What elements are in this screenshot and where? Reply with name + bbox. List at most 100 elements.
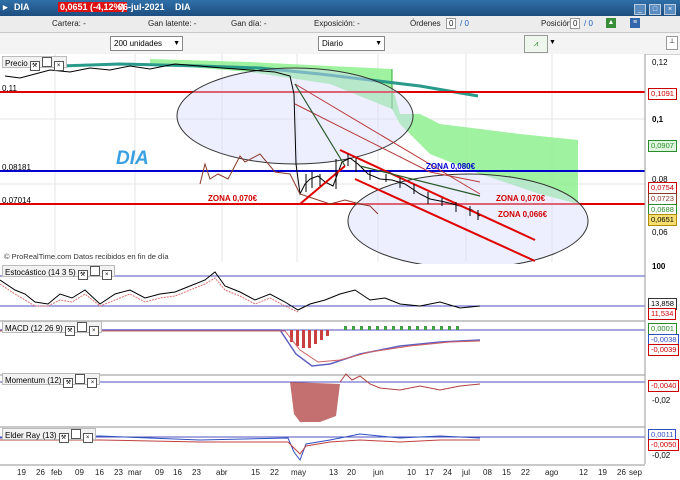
elder-tag-bear: -0,0050: [648, 439, 680, 451]
close-icon[interactable]: ×: [101, 270, 112, 280]
posicion-value[interactable]: 0: [570, 18, 581, 29]
axis-01: 0,1: [652, 115, 664, 124]
close-icon[interactable]: ×: [53, 61, 64, 71]
source-label: © ProRealTime.com Datos recibidos en fin…: [4, 252, 169, 261]
x-tick: 23: [192, 468, 201, 477]
close-icon[interactable]: ×: [664, 4, 676, 15]
period-select[interactable]: Diario ▼: [318, 36, 385, 51]
x-tick: 24: [443, 468, 452, 477]
ellipse-zone-bottom: [347, 173, 589, 269]
chart-type-dropdown-icon[interactable]: ▼: [549, 39, 556, 46]
symbol-label: DIA: [14, 2, 30, 12]
x-tick: 16: [173, 468, 182, 477]
zone-066-label: ZONA 0,066€: [498, 210, 548, 219]
gan-latente: Gan latente: -: [148, 19, 197, 28]
wrench-icon[interactable]: ⚒: [29, 61, 40, 71]
units-value: 200 unidades: [114, 39, 163, 48]
x-tick: 26: [36, 468, 45, 477]
wrench-icon[interactable]: ⚒: [63, 378, 74, 388]
units-select[interactable]: 200 unidades ▼: [110, 36, 183, 51]
x-tick: 20: [347, 468, 356, 477]
buy-icon[interactable]: ▲: [606, 18, 616, 28]
window-icon[interactable]: [75, 374, 86, 384]
macd-label: MACD (12 26 9) ⚒ ×: [2, 321, 102, 336]
stoch-tag-d: 11,534: [648, 308, 677, 320]
zone-070-left-label: ZONA 0,070€: [208, 194, 258, 203]
period-value: Diario: [322, 39, 343, 48]
maximize-icon[interactable]: □: [649, 4, 661, 15]
x-tick: jul: [462, 468, 471, 477]
date-label: 06-jul-2021: [118, 2, 165, 12]
x-tick: 19: [17, 468, 26, 477]
window-icon[interactable]: [70, 429, 81, 439]
ordenes-label: Órdenes: [410, 19, 441, 28]
control-bar: 200 unidades ▼ Diario ▼ ⩘ ▼ ⊥: [0, 33, 680, 55]
x-tick: 15: [502, 468, 511, 477]
level-007014: 0,07014: [2, 196, 31, 205]
wrench-icon[interactable]: ⚒: [77, 270, 88, 280]
zone-070-right-label: ZONA 0,070€: [496, 194, 546, 203]
elder-label: Elder Ray (13) ⚒ ×: [2, 428, 96, 443]
x-tick: 08: [483, 468, 492, 477]
momentum-label: Momentum (12) ⚒ ×: [2, 373, 101, 388]
close-icon[interactable]: ×: [87, 378, 98, 388]
stochastic-label-text: Estocástico (14 3 5): [5, 268, 76, 277]
zone-080-label: ZONA 0,080€: [426, 162, 476, 171]
window-icon[interactable]: [76, 322, 87, 332]
chevron-down-icon: ▼: [173, 40, 180, 47]
price-panel-label: Precio ⚒ ×: [2, 56, 67, 71]
x-tick: 09: [75, 468, 84, 477]
ordenes-value[interactable]: 0: [446, 18, 457, 29]
x-tick: 19: [598, 468, 607, 477]
x-tick: sep: [629, 468, 642, 477]
x-tick: 17: [425, 468, 434, 477]
macd-label-text: MACD (12 26 9): [5, 324, 63, 333]
tag-01091: 0,1091: [648, 88, 677, 100]
x-tick: 15: [251, 468, 260, 477]
window-controls: _ □ ×: [631, 3, 676, 15]
level-011: 0,11: [2, 84, 17, 93]
x-tick: 12: [579, 468, 588, 477]
x-tick: jun: [373, 468, 384, 477]
sep-4: [0, 464, 645, 466]
x-tick: ago: [545, 468, 559, 477]
pin-icon[interactable]: ⊥: [666, 36, 678, 50]
posicion-extra[interactable]: / 0: [584, 19, 593, 28]
close-icon[interactable]: ×: [88, 326, 99, 336]
dia-watermark: DIA: [116, 148, 149, 169]
chevron-down-icon: ▼: [375, 40, 382, 47]
minimize-icon[interactable]: _: [634, 4, 646, 15]
x-tick: 26: [617, 468, 626, 477]
momentum-axis: -0,02: [652, 396, 671, 405]
position-bar: Cartera: - Gan latente: - Gan día: - Exp…: [0, 16, 680, 33]
app-icon: ▸: [3, 2, 8, 12]
x-tick: may: [291, 468, 307, 477]
macd-histogram-positive: [344, 326, 459, 330]
exposicion: Exposición: -: [314, 19, 360, 28]
window-icon[interactable]: [89, 266, 100, 276]
x-tick: 16: [95, 468, 104, 477]
price-label-text: Precio: [5, 59, 28, 68]
chart-type-icon[interactable]: ⩘: [524, 35, 548, 53]
x-tick: 09: [155, 468, 164, 477]
x-tick: 10: [407, 468, 416, 477]
tag-00651: 0,0651: [648, 214, 677, 226]
level-008181: 0,08181: [2, 163, 31, 172]
wrench-icon[interactable]: ⚒: [58, 433, 69, 443]
x-tick: 22: [270, 468, 279, 477]
tag-00907: 0,0907: [648, 140, 677, 152]
window-icon[interactable]: [41, 57, 52, 67]
close-icon[interactable]: ×: [82, 433, 93, 443]
instrument-name: DIA: [175, 2, 191, 12]
stoch-axis-100: 100: [652, 262, 666, 271]
x-tick: 13: [329, 468, 338, 477]
macd-tag-signal: -0,0039: [648, 344, 680, 356]
elder-label-text: Elder Ray (13): [5, 431, 57, 440]
gan-dia: Gan día: -: [231, 19, 267, 28]
axis-006: 0,06: [652, 228, 668, 237]
settings-icon[interactable]: ≡: [630, 18, 640, 28]
posicion-label: Posición:: [541, 19, 574, 28]
momentum-label-text: Momentum (12): [5, 376, 62, 385]
wrench-icon[interactable]: ⚒: [64, 326, 75, 336]
ordenes-extra[interactable]: / 0: [460, 19, 469, 28]
